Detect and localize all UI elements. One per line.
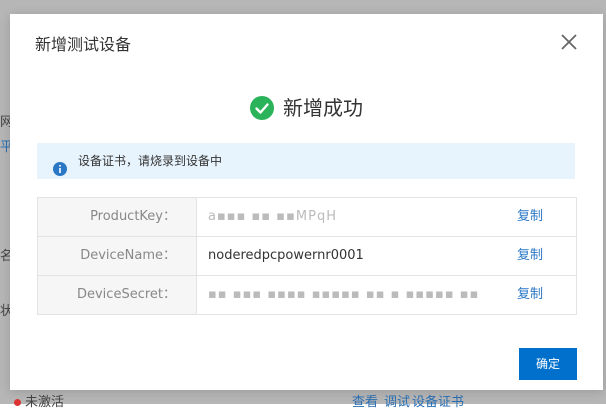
info-icon — [53, 154, 67, 176]
add-test-device-dialog: 新增测试设备 新增成功 设备证书，请烧录到设备中 ProductKey： a▪▪… — [10, 14, 603, 390]
key-cell: DeviceName： — [38, 237, 197, 275]
check-circle-icon — [250, 96, 274, 120]
table-row-device-name: DeviceName： noderedpcpowernr0001 复制 — [38, 237, 576, 276]
info-text: 设备证书，请烧录到设备中 — [78, 154, 223, 168]
status-dot — [14, 399, 21, 406]
table-row-device-secret: DeviceSecret： ▪▪ ▪▪▪ ▪▪▪▪ ▪▪▪▪▪ ▪▪ ▪ ▪▪▪… — [38, 276, 576, 314]
info-alert: 设备证书，请烧录到设备中 — [37, 143, 575, 179]
success-message: 新增成功 — [10, 92, 603, 121]
device-secret-value: ▪▪ ▪▪▪ ▪▪▪▪ ▪▪▪▪▪ ▪▪ ▪ ▪▪▪▪▪ ▪▪ — [208, 287, 480, 302]
product-key-value: a▪▪▪ ▪▪ ▪▪MPqH — [208, 209, 337, 224]
table-row-product-key: ProductKey： a▪▪▪ ▪▪ ▪▪MPqH 复制 — [38, 198, 576, 237]
product-key-label: ProductKey： — [90, 209, 176, 224]
background-status: 未激活 — [14, 391, 64, 410]
key-cell: ProductKey： — [38, 198, 197, 236]
copy-device-secret-button[interactable]: 复制 — [517, 276, 543, 314]
device-name-value: noderedpcpowernr0001 — [208, 248, 364, 263]
copy-device-name-button[interactable]: 复制 — [517, 237, 543, 275]
confirm-button[interactable]: 确定 — [519, 348, 577, 380]
success-text: 新增成功 — [283, 96, 363, 120]
key-cell: DeviceSecret： — [38, 276, 197, 314]
status-label: 未激活 — [25, 395, 65, 410]
copy-product-key-button[interactable]: 复制 — [517, 198, 543, 236]
dialog-title: 新增测试设备 — [35, 35, 132, 54]
background-link-debug: 调试 — [384, 395, 411, 410]
device-name-label: DeviceName： — [80, 248, 176, 263]
background-link-view: 查看 — [352, 395, 379, 410]
background-link-cert: 设备证书 — [412, 395, 465, 410]
device-certificate-table: ProductKey： a▪▪▪ ▪▪ ▪▪MPqH 复制 DeviceName… — [37, 197, 577, 315]
close-icon[interactable] — [559, 32, 579, 52]
device-secret-label: DeviceSecret： — [76, 287, 176, 302]
